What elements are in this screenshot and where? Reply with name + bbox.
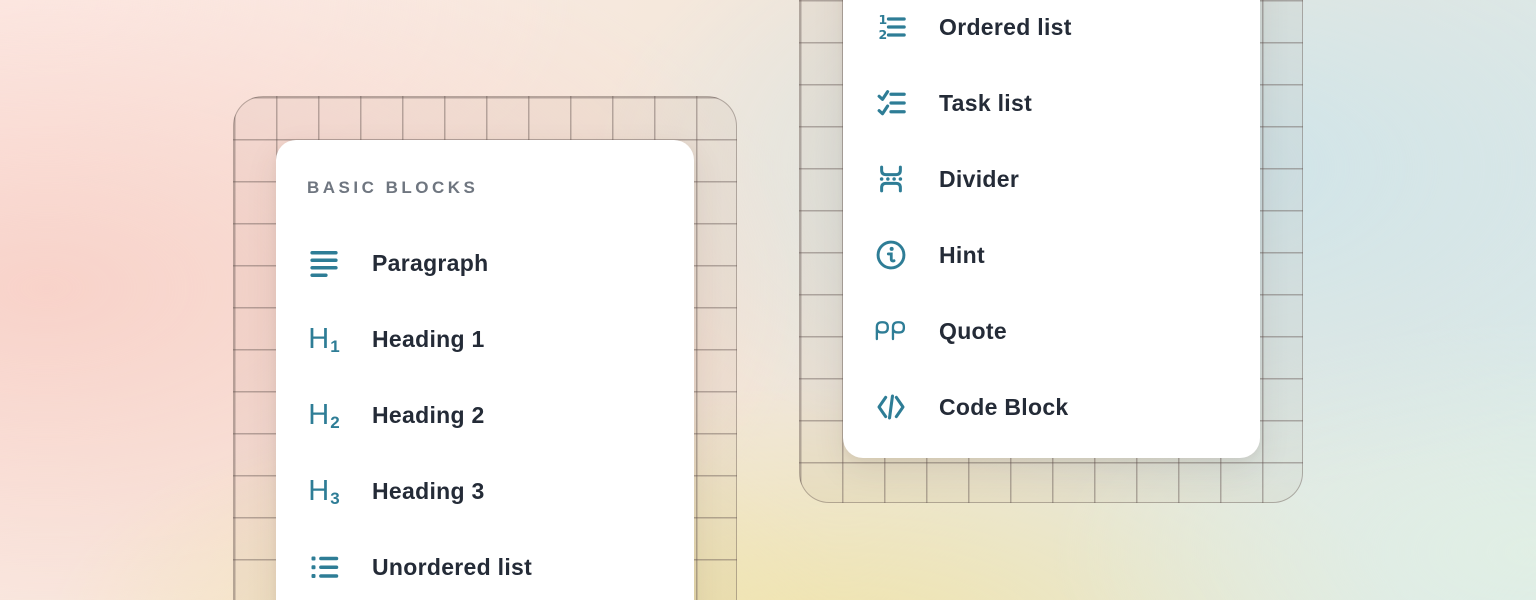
divider-icon bbox=[874, 162, 908, 196]
unordered-list-icon bbox=[307, 550, 341, 584]
blocks-menu-continued: 1 2 Ordered list bbox=[843, 0, 1260, 458]
ordered-list-icon: 1 2 bbox=[874, 10, 908, 44]
menu-item-unordered-list[interactable]: Unordered list bbox=[307, 529, 678, 600]
svg-text:2: 2 bbox=[879, 27, 888, 42]
menu-item-hint[interactable]: Hint bbox=[874, 217, 1244, 293]
heading-3-icon: H3 bbox=[307, 474, 341, 508]
menu-item-label: Code Block bbox=[939, 394, 1069, 421]
quote-icon bbox=[874, 314, 908, 348]
code-block-icon bbox=[874, 390, 908, 424]
menu-item-label: Quote bbox=[939, 318, 1007, 345]
menu-item-quote[interactable]: Quote bbox=[874, 293, 1244, 369]
heading-2-icon: H2 bbox=[307, 398, 341, 432]
hint-icon bbox=[874, 238, 908, 272]
menu-item-divider[interactable]: Divider bbox=[874, 141, 1244, 217]
menu-item-label: Divider bbox=[939, 166, 1019, 193]
menu-item-label: Heading 1 bbox=[372, 326, 485, 353]
basic-blocks-menu: BASIC BLOCKS Paragraph H1 Heading 1 bbox=[276, 140, 694, 600]
menu-list: Paragraph H1 Heading 1 H2 Heading 2 H3 H… bbox=[307, 225, 678, 600]
menu-item-label: Unordered list bbox=[372, 554, 532, 581]
menu-item-label: Hint bbox=[939, 242, 985, 269]
menu-item-heading-2[interactable]: H2 Heading 2 bbox=[307, 377, 678, 453]
menu-item-label: Heading 3 bbox=[372, 478, 485, 505]
menu-item-ordered-list[interactable]: 1 2 Ordered list bbox=[874, 0, 1244, 65]
menu-item-task-list[interactable]: Task list bbox=[874, 65, 1244, 141]
menu-item-label: Ordered list bbox=[939, 14, 1072, 41]
menu-item-heading-3[interactable]: H3 Heading 3 bbox=[307, 453, 678, 529]
task-list-icon bbox=[874, 86, 908, 120]
menu-item-label: Paragraph bbox=[372, 250, 488, 277]
menu-item-label: Task list bbox=[939, 90, 1032, 117]
paragraph-icon bbox=[307, 246, 341, 280]
svg-text:1: 1 bbox=[879, 12, 888, 27]
heading-1-icon: H1 bbox=[307, 322, 341, 356]
menu-list: 1 2 Ordered list bbox=[874, 0, 1244, 445]
section-header: BASIC BLOCKS bbox=[307, 178, 478, 198]
menu-item-paragraph[interactable]: Paragraph bbox=[307, 225, 678, 301]
menu-item-label: Heading 2 bbox=[372, 402, 485, 429]
menu-item-code-block[interactable]: Code Block bbox=[874, 369, 1244, 445]
menu-item-heading-1[interactable]: H1 Heading 1 bbox=[307, 301, 678, 377]
